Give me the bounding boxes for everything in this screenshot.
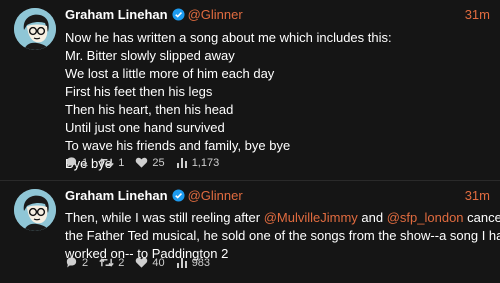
views-button[interactable]: 983 xyxy=(176,255,210,271)
avatar[interactable] xyxy=(14,189,56,231)
like-count: 40 xyxy=(152,257,165,269)
retweet-icon xyxy=(99,258,114,267)
tweet-text-line: the Father Ted musical, he sold one of t… xyxy=(65,228,500,243)
heart-icon xyxy=(136,157,148,168)
retweet-button[interactable]: 1 xyxy=(99,155,124,171)
tweet-text-line: First his feet then his legs xyxy=(65,84,213,99)
verified-icon xyxy=(172,189,185,207)
like-count: 25 xyxy=(152,157,165,169)
tweet-feed: Graham Linehan @Glinner 31m Now he has wr… xyxy=(0,0,500,283)
tweet-text-line: Now he has written a song about me which… xyxy=(65,30,392,45)
tweet-actions: 2 2 40 983 xyxy=(65,255,218,271)
mention-link[interactable]: @MulvilleJimmy xyxy=(264,210,358,225)
author-name[interactable]: Graham Linehan xyxy=(65,7,168,22)
retweet-count: 2 xyxy=(118,257,125,269)
retweet-button[interactable]: 2 xyxy=(99,255,124,271)
like-button[interactable]: 40 xyxy=(135,255,165,271)
views-count: 983 xyxy=(191,257,211,269)
tweet-text-line: Mr. Bitter slowly slipped away xyxy=(65,48,235,63)
tweet-text-segment: cancelled xyxy=(467,210,500,225)
reply-count: 1 xyxy=(82,157,89,169)
tweet-text-line: Then his heart, then his head xyxy=(65,102,234,117)
tweet-text-line: To wave his friends and family, bye bye xyxy=(65,138,291,153)
tweet-timestamp[interactable]: 31m xyxy=(465,187,490,205)
retweet-icon xyxy=(99,158,114,167)
stats-icon xyxy=(176,158,187,168)
tweet[interactable]: Graham Linehan @Glinner 31m Then, while I… xyxy=(0,181,500,283)
tweet-text-line: Until just one hand survived xyxy=(65,120,225,135)
tweet-header: Graham Linehan @Glinner xyxy=(65,6,243,24)
views-count: 1,173 xyxy=(191,157,220,169)
tweet-header: Graham Linehan @Glinner xyxy=(65,187,243,205)
avatar[interactable] xyxy=(14,8,56,50)
tweet-text-line: We lost a little more of him each day xyxy=(65,66,275,81)
heart-icon xyxy=(136,257,148,268)
tweet[interactable]: Graham Linehan @Glinner 31m Now he has wr… xyxy=(0,0,500,180)
tweet-text-segment: Then, while I was still reeling after xyxy=(65,210,264,225)
reply-button[interactable]: 1 xyxy=(65,155,88,171)
stats-icon xyxy=(176,258,187,268)
like-button[interactable]: 25 xyxy=(135,155,165,171)
reply-icon xyxy=(66,157,77,168)
views-button[interactable]: 1,173 xyxy=(176,155,220,171)
tweet-timestamp[interactable]: 31m xyxy=(465,6,490,24)
retweet-count: 1 xyxy=(118,157,125,169)
reply-count: 2 xyxy=(82,257,89,269)
author-name[interactable]: Graham Linehan xyxy=(65,188,168,203)
tweet-text-line: Then, while I was still reeling after @M… xyxy=(65,209,500,227)
reply-icon xyxy=(66,257,77,268)
author-handle[interactable]: @Glinner xyxy=(188,188,243,203)
tweet-text-segment: and xyxy=(357,210,387,225)
tweet-text: Now he has written a song about me which… xyxy=(65,29,490,173)
mention-link[interactable]: @sfp_london xyxy=(387,210,464,225)
verified-icon xyxy=(172,8,185,26)
reply-button[interactable]: 2 xyxy=(65,255,88,271)
author-handle[interactable]: @Glinner xyxy=(188,7,243,22)
tweet-actions: 1 1 25 1,173 xyxy=(65,155,227,171)
